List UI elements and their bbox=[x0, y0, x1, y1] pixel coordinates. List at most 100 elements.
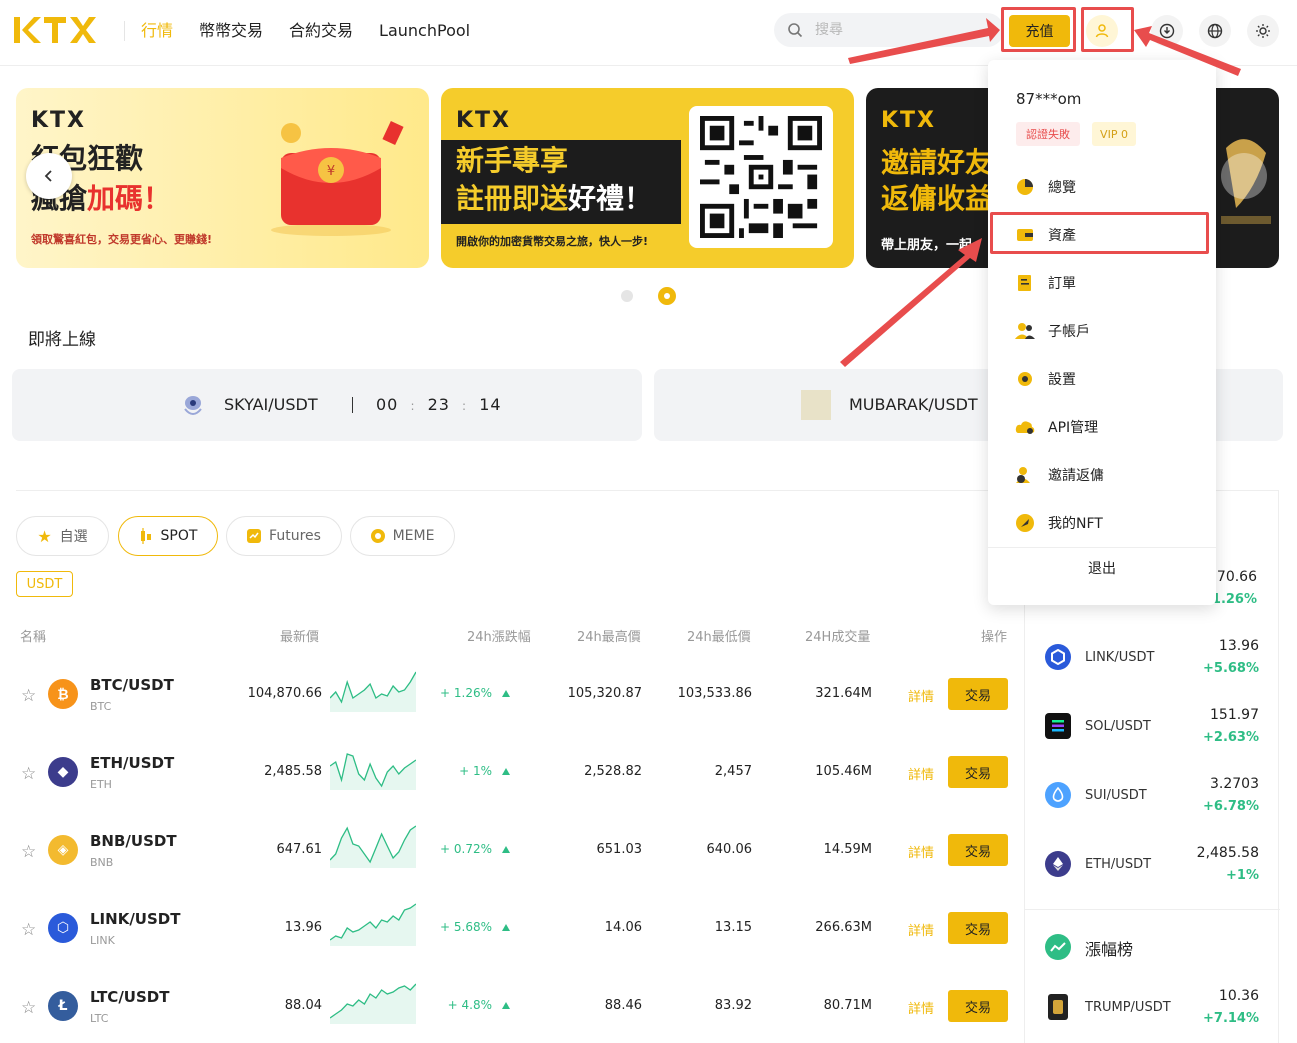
banner-title-2: 返傭收益 bbox=[881, 182, 994, 215]
coin-icon: Ł bbox=[48, 991, 78, 1021]
sol-coin-icon bbox=[1045, 713, 1071, 739]
tab-meme[interactable]: MEME bbox=[350, 516, 455, 556]
details-link[interactable]: 詳情 bbox=[908, 842, 934, 861]
mubarak-coin-icon bbox=[801, 390, 831, 420]
side-list-item[interactable]: SOL/USDT 151.97 +2.63% bbox=[1025, 691, 1280, 760]
change-value: + 4.8% bbox=[447, 998, 492, 1012]
quote-filter-usdt[interactable]: USDT bbox=[16, 571, 73, 597]
banner-newcomer[interactable]: KTX 新手專享 註冊即送好禮！ 開啟你的加密貨幣交易之旅，快人一步! bbox=[441, 88, 854, 268]
pair-name[interactable]: BTC/USDT bbox=[90, 676, 174, 694]
details-link[interactable]: 詳情 bbox=[908, 764, 934, 783]
menu-item-sub-accounts[interactable]: 子帳戶 bbox=[988, 311, 1216, 351]
top-header: 行情 幣幣交易 合約交易 LaunchPool 充值 bbox=[0, 0, 1297, 66]
nav-divider bbox=[124, 21, 125, 41]
nav-market[interactable]: 行情 bbox=[141, 20, 173, 42]
qr-code-icon bbox=[700, 116, 822, 238]
account-button[interactable] bbox=[1086, 15, 1118, 47]
carousel-prev-button[interactable] bbox=[26, 153, 72, 199]
side-price: 3.2703 bbox=[1210, 776, 1259, 792]
pair-name[interactable]: BNB/USDT bbox=[90, 832, 177, 850]
menu-item-api[interactable]: API管理 bbox=[988, 407, 1216, 447]
logout-button[interactable]: 退出 bbox=[988, 558, 1216, 578]
col-volume: 24H成交量 bbox=[805, 630, 871, 645]
search-box[interactable] bbox=[774, 13, 1004, 47]
kyc-status-badge[interactable]: 認證失敗 bbox=[1016, 122, 1080, 146]
theme-toggle-button[interactable] bbox=[1247, 15, 1279, 47]
col-low: 24h最低價 bbox=[687, 630, 751, 645]
side-change: +6.78% bbox=[1203, 799, 1259, 814]
upcoming-card[interactable]: SKYAI/USDT 00 : 23 : 14 bbox=[12, 369, 642, 441]
menu-item-overview[interactable]: 總覽 bbox=[988, 167, 1216, 207]
banner-red-packet[interactable]: KTX 紅包狂歡 瘋搶加碼！ 領取驚喜紅包，交易更省心、更賺錢! ¥ bbox=[16, 88, 429, 268]
sun-icon bbox=[1256, 24, 1270, 38]
favorite-star-icon[interactable]: ☆ bbox=[21, 842, 36, 862]
menu-item-referral[interactable]: 邀請返傭 bbox=[988, 455, 1216, 495]
upcoming-pair: SKYAI/USDT bbox=[224, 395, 318, 414]
nav-futures-trading[interactable]: 合約交易 bbox=[289, 20, 353, 42]
carousel-dot-2-active[interactable] bbox=[658, 287, 676, 305]
search-input[interactable] bbox=[815, 22, 965, 38]
details-link[interactable]: 詳情 bbox=[908, 686, 934, 705]
tab-favorites[interactable]: ★ 自選 bbox=[16, 516, 109, 556]
meme-icon bbox=[370, 529, 385, 543]
star-icon: ★ bbox=[37, 526, 52, 546]
countdown-seconds: 14 bbox=[479, 395, 502, 414]
banner-title-2: 註冊即送好禮！ bbox=[456, 180, 652, 218]
nav-spot-trading[interactable]: 幣幣交易 bbox=[199, 20, 263, 42]
pair-name[interactable]: LTC/USDT bbox=[90, 988, 169, 1006]
nav-launchpool[interactable]: LaunchPool bbox=[379, 20, 470, 42]
menu-item-label: 總覽 bbox=[1048, 180, 1076, 196]
ktx-logo[interactable] bbox=[14, 15, 96, 45]
trump-coin-icon bbox=[1048, 994, 1068, 1020]
trade-button[interactable]: 交易 bbox=[948, 834, 1008, 866]
menu-item-nft[interactable]: 我的NFT bbox=[988, 503, 1216, 543]
side-list-item[interactable]: ETH/USDT 2,485.58 +1% bbox=[1025, 829, 1280, 898]
table-row[interactable]: ☆ ₿ BTC/USDT BTC 104,870.66 + 1.26% 105,320.87… bbox=[16, 664, 1016, 742]
favorite-star-icon[interactable]: ☆ bbox=[21, 920, 36, 940]
side-list-item[interactable]: SUI/USDT 3.2703 +6.78% bbox=[1025, 760, 1280, 829]
pair-base: LINK bbox=[90, 934, 115, 947]
trade-button[interactable]: 交易 bbox=[948, 990, 1008, 1022]
language-button[interactable] bbox=[1199, 15, 1231, 47]
pie-chart-icon bbox=[1015, 177, 1035, 197]
download-button[interactable] bbox=[1151, 15, 1183, 47]
trade-button[interactable]: 交易 bbox=[948, 678, 1008, 710]
low-24h: 640.06 bbox=[706, 842, 753, 857]
table-row[interactable]: ☆ ◈ BNB/USDT BNB 647.61 + 0.72% 651.03 640.06 14… bbox=[16, 820, 1016, 898]
favorite-star-icon[interactable]: ☆ bbox=[21, 998, 36, 1018]
download-icon bbox=[1159, 23, 1175, 39]
menu-item-label: 邀請返傭 bbox=[1048, 468, 1104, 484]
banner-subtitle: 領取驚喜紅包，交易更省心、更賺錢! bbox=[31, 233, 213, 246]
side-price: 10.36 bbox=[1218, 988, 1259, 1004]
menu-divider bbox=[988, 547, 1216, 548]
trade-button[interactable]: 交易 bbox=[948, 912, 1008, 944]
favorite-star-icon[interactable]: ☆ bbox=[21, 686, 36, 706]
tab-futures[interactable]: Futures bbox=[226, 516, 342, 556]
trade-button[interactable]: 交易 bbox=[948, 756, 1008, 788]
section-divider bbox=[16, 490, 1024, 491]
carousel-dot-1[interactable] bbox=[621, 290, 633, 302]
carousel-next-button[interactable] bbox=[1221, 153, 1267, 199]
table-row[interactable]: ☆ Ł LTC/USDT LTC 88.04 + 4.8% 88.46 83.92 80.71M… bbox=[16, 976, 1016, 1043]
up-arrow-icon bbox=[502, 1002, 510, 1009]
side-list-item[interactable]: LINK/USDT 13.96 +5.68% bbox=[1025, 622, 1280, 691]
menu-item-orders[interactable]: 訂單 bbox=[988, 263, 1216, 303]
side-list-item[interactable]: TRUMP/USDT 10.36 +7.14% bbox=[1025, 972, 1280, 1041]
favorite-star-icon[interactable]: ☆ bbox=[21, 764, 36, 784]
pair-name[interactable]: ETH/USDT bbox=[90, 754, 174, 772]
details-link[interactable]: 詳情 bbox=[908, 998, 934, 1017]
table-row[interactable]: ☆ ⬡ LINK/USDT LINK 13.96 + 5.68% 14.06 13.15 266… bbox=[16, 898, 1016, 976]
pair-name[interactable]: LINK/USDT bbox=[90, 910, 180, 928]
tab-spot[interactable]: SPOT bbox=[118, 516, 218, 556]
menu-item-settings[interactable]: 設置 bbox=[988, 359, 1216, 399]
details-link[interactable]: 詳情 bbox=[908, 920, 934, 939]
side-price: 2,485.58 bbox=[1196, 845, 1259, 861]
chart-icon bbox=[247, 529, 262, 543]
volume-24h: 14.59M bbox=[823, 842, 872, 857]
col-change: 24h漲跌幅 bbox=[467, 630, 531, 645]
side-change: +2.63% bbox=[1203, 730, 1259, 745]
up-arrow-icon bbox=[502, 924, 510, 931]
table-row[interactable]: ☆ ◆ ETH/USDT ETH 2,485.58 + 1% 2,528.82 2,457 10… bbox=[16, 742, 1016, 820]
upcoming-title: 即將上線 bbox=[28, 330, 96, 350]
deposit-button[interactable]: 充值 bbox=[1009, 15, 1070, 47]
